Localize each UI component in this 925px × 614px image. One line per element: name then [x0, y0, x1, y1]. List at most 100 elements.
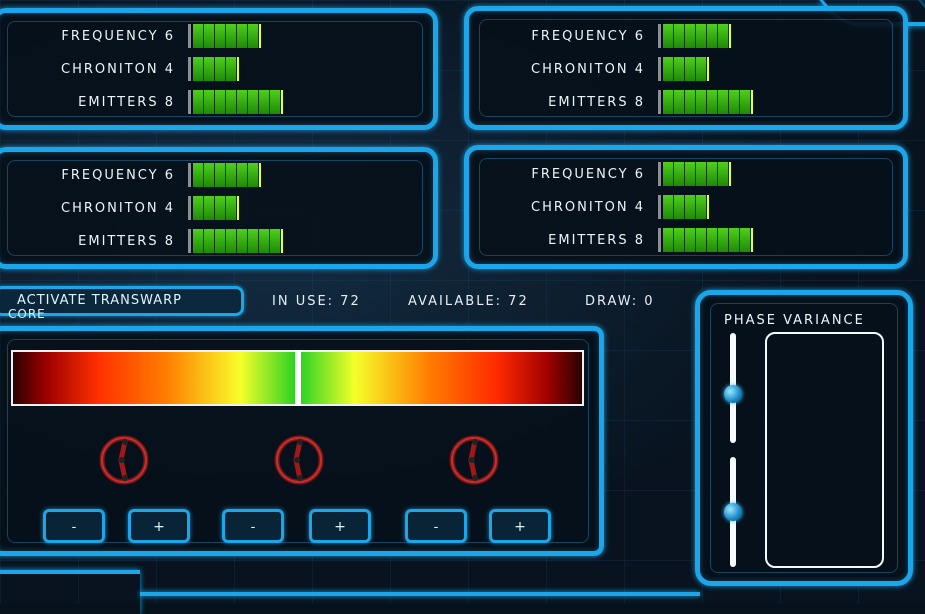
- bar-segment: [204, 90, 215, 114]
- bar-segment: [204, 24, 215, 48]
- bar-segment: [237, 229, 248, 253]
- bar-segment: [696, 162, 707, 186]
- bar-segment: [707, 162, 718, 186]
- phase-slider-1-thumb[interactable]: [724, 384, 742, 403]
- bar-segment: [237, 90, 248, 114]
- bar-segment: [193, 229, 204, 253]
- stat-label: EMITTERS 8: [78, 95, 175, 110]
- stat-label: FREQUENCY 6: [61, 168, 175, 183]
- bar-segment: [248, 24, 259, 48]
- bar-segment: [248, 163, 259, 187]
- dial-icon[interactable]: [273, 434, 325, 486]
- bar-segment: [259, 90, 270, 114]
- bar-segment: [718, 90, 729, 114]
- bar-segment: [707, 90, 718, 114]
- stat-level-bar: [188, 229, 283, 253]
- bar-segment: [663, 90, 674, 114]
- dial-icon[interactable]: [98, 434, 150, 486]
- bar-segment: [663, 228, 674, 252]
- stat-label: EMITTERS 8: [78, 234, 175, 249]
- bar-segment: [696, 228, 707, 252]
- phase-variance-title: PHASE VARIANCE: [724, 313, 865, 328]
- bar-cap: [259, 163, 261, 187]
- stat-label: CHRONITON 4: [61, 62, 175, 77]
- bar-segment: [215, 90, 226, 114]
- bar-segment: [674, 57, 685, 81]
- stat-level-bar: [188, 24, 261, 48]
- stat-label: FREQUENCY 6: [531, 29, 645, 44]
- bar-segment: [270, 229, 281, 253]
- activate-button-label: ACTIVATE TRANSWARP: [17, 293, 182, 308]
- bar-segment: [204, 196, 215, 220]
- bar-segment: [685, 162, 696, 186]
- bar-segment: [193, 57, 204, 81]
- stat-label: CHRONITON 4: [531, 62, 645, 77]
- bar-segment: [193, 90, 204, 114]
- bar-segment: [718, 228, 729, 252]
- bar-segment: [193, 24, 204, 48]
- stat-label: CHRONITON 4: [61, 201, 175, 216]
- stat-label: EMITTERS 8: [548, 233, 645, 248]
- bar-segment: [193, 163, 204, 187]
- increase-button-2[interactable]: +: [309, 509, 371, 543]
- minus-label: -: [71, 520, 77, 535]
- bar-segment: [674, 24, 685, 48]
- bar-segment: [674, 162, 685, 186]
- bar-segment: [718, 162, 729, 186]
- phase-slider-2-thumb[interactable]: [724, 503, 742, 521]
- bar-segment: [740, 228, 751, 252]
- bar-segment: [193, 196, 204, 220]
- stat-label: FREQUENCY 6: [61, 29, 175, 44]
- bar-segment: [729, 228, 740, 252]
- activate-transwarp-button[interactable]: ACTIVATE TRANSWARP CORE: [0, 286, 244, 321]
- stat-level-bar: [658, 162, 731, 186]
- decrease-button-2[interactable]: -: [222, 509, 284, 543]
- bar-segment: [663, 195, 674, 219]
- bar-segment: [226, 196, 237, 220]
- bar-cap: [729, 162, 731, 186]
- bar-segment: [674, 195, 685, 219]
- dial-icon[interactable]: [448, 434, 500, 486]
- bar-segment: [663, 57, 674, 81]
- bar-segment: [215, 163, 226, 187]
- bar-segment: [248, 90, 259, 114]
- decor-bottom-strip: [140, 592, 700, 596]
- increase-button-1[interactable]: +: [128, 509, 190, 543]
- in-use-readout: IN USE: 72: [272, 294, 361, 309]
- phase-gradient-bar: [11, 350, 584, 406]
- bar-segment: [215, 229, 226, 253]
- bar-segment: [204, 163, 215, 187]
- gradient-center-marker: [294, 350, 301, 406]
- bar-cap: [729, 24, 731, 48]
- bar-segment: [685, 195, 696, 219]
- bar-segment: [674, 228, 685, 252]
- bar-segment: [215, 24, 226, 48]
- stat-label: EMITTERS 8: [548, 95, 645, 110]
- dial-icon-graphic: [274, 435, 324, 485]
- bar-segment: [696, 57, 707, 81]
- bar-segment: [226, 163, 237, 187]
- decrease-button-1[interactable]: -: [43, 509, 105, 543]
- bar-segment: [226, 229, 237, 253]
- bar-cap: [281, 90, 283, 114]
- decor-bottom-left-streak: [0, 570, 140, 614]
- stat-label: CHRONITON 4: [531, 200, 645, 215]
- minus-label: -: [433, 520, 439, 535]
- bar-segment: [685, 228, 696, 252]
- bar-segment: [685, 24, 696, 48]
- increase-button-3[interactable]: +: [489, 509, 551, 543]
- bar-segment: [215, 196, 226, 220]
- decrease-button-3[interactable]: -: [405, 509, 467, 543]
- bar-cap: [751, 228, 753, 252]
- bar-segment: [226, 57, 237, 81]
- bar-cap: [751, 90, 753, 114]
- bar-segment: [226, 24, 237, 48]
- stat-level-bar: [188, 196, 239, 220]
- minus-label: -: [250, 520, 256, 535]
- bar-segment: [718, 24, 729, 48]
- plus-label: +: [153, 519, 165, 535]
- plus-label: +: [334, 519, 346, 535]
- available-readout: AVAILABLE: 72: [408, 294, 529, 309]
- bar-segment: [204, 57, 215, 81]
- draw-readout: DRAW: 0: [585, 294, 655, 309]
